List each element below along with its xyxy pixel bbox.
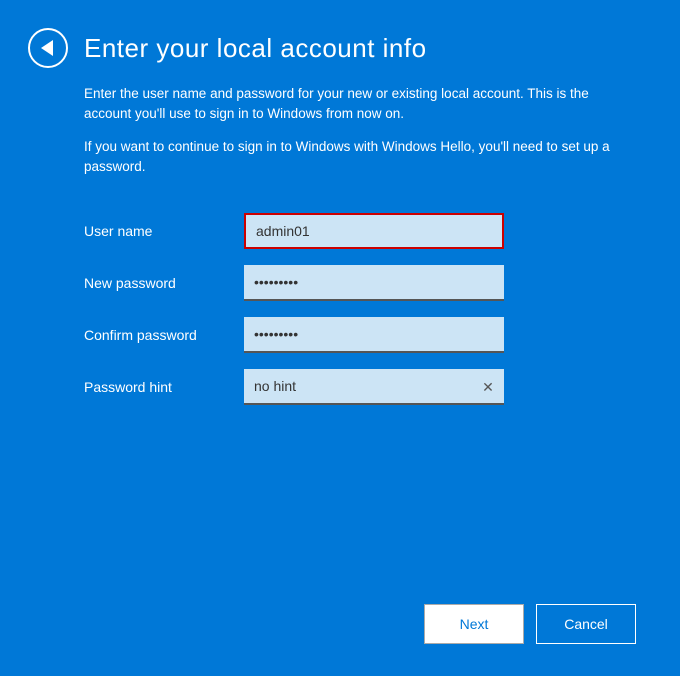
page-title: Enter your local account info: [84, 33, 427, 64]
hint-input-wrapper: ✕: [244, 369, 504, 405]
username-label: User name: [84, 223, 244, 239]
confirm-password-label: Confirm password: [84, 327, 244, 343]
password-hint-row: Password hint ✕: [84, 369, 636, 405]
description: Enter the user name and password for you…: [0, 84, 680, 189]
form-area: User name New password Confirm password …: [0, 189, 680, 604]
page-container: Enter your local account info Enter the …: [0, 0, 680, 676]
password-hint-input[interactable]: [244, 369, 504, 405]
clear-hint-button[interactable]: ✕: [478, 377, 498, 397]
clear-icon: ✕: [482, 379, 494, 396]
new-password-label: New password: [84, 275, 244, 291]
username-input[interactable]: [244, 213, 504, 249]
button-area: Next Cancel: [0, 604, 680, 676]
cancel-button[interactable]: Cancel: [536, 604, 636, 644]
new-password-row: New password: [84, 265, 636, 301]
new-password-input[interactable]: [244, 265, 504, 301]
username-row: User name: [84, 213, 636, 249]
confirm-password-input[interactable]: [244, 317, 504, 353]
confirm-password-row: Confirm password: [84, 317, 636, 353]
description-line1: Enter the user name and password for you…: [84, 84, 636, 125]
back-button[interactable]: [28, 28, 68, 68]
header: Enter your local account info: [0, 0, 680, 84]
next-button[interactable]: Next: [424, 604, 524, 644]
description-line2: If you want to continue to sign in to Wi…: [84, 137, 636, 178]
password-hint-label: Password hint: [84, 379, 244, 395]
back-arrow-icon: [41, 40, 53, 56]
